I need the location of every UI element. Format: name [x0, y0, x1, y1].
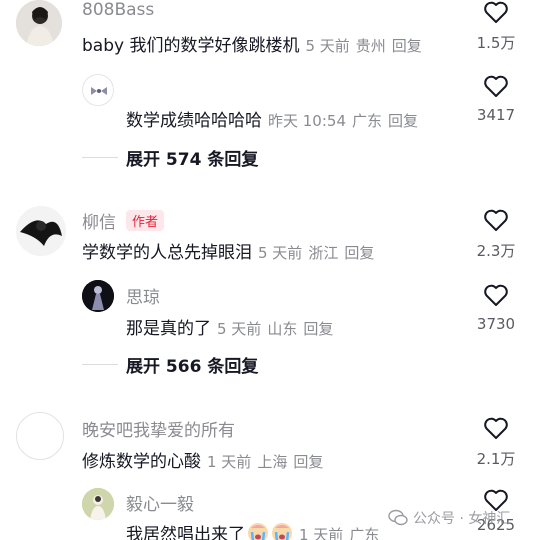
comment-time: 5 天前: [305, 37, 350, 55]
comment-time: 5 天前: [258, 244, 303, 262]
comment-location: 贵州: [355, 37, 386, 55]
username[interactable]: 晚安吧我挚爱的所有: [82, 416, 235, 441]
comment-text: 学数学的人总先掉眼泪 5 天前 浙江 回复: [82, 238, 374, 263]
expand-replies-button[interactable]: 展开 574 条回复: [82, 145, 258, 170]
avatar[interactable]: [16, 412, 64, 460]
avatar[interactable]: [16, 206, 66, 256]
reply-button[interactable]: 回复: [303, 320, 333, 338]
like-button[interactable]: 3730: [476, 283, 516, 333]
comment-body: 学数学的人总先掉眼泪: [82, 243, 252, 263]
username[interactable]: 思琼: [126, 283, 160, 308]
like-count: 2.1万: [476, 450, 516, 468]
comment-location: 山东: [267, 320, 298, 338]
like-button[interactable]: 2.3万: [476, 208, 516, 261]
wechat-icon: [388, 509, 408, 526]
comment-location: 广东: [349, 526, 380, 540]
like-count: 2.3万: [476, 242, 516, 260]
comment-body: baby 我们的数学好像跳楼机: [82, 36, 300, 56]
like-count: 1.5万: [476, 34, 516, 52]
reply-text: 数学成绩哈哈哈哈 昨天 10:54 广东 回复: [126, 106, 418, 131]
crying-emoji-icon: [272, 523, 292, 540]
expand-replies-button[interactable]: 展开 566 条回复: [82, 352, 258, 377]
comment-body: 数学成绩哈哈哈哈: [126, 111, 262, 131]
avatar[interactable]: [82, 280, 114, 312]
like-button[interactable]: 1.5万: [476, 0, 516, 53]
heart-outline-icon[interactable]: [483, 283, 509, 307]
comment-time: 1 天前: [299, 526, 344, 540]
reply-button[interactable]: 回复: [293, 453, 323, 471]
reply-text: 我居然唱出来了 1 天前 广东: [126, 520, 379, 540]
comment-location: 上海: [257, 453, 288, 471]
heart-outline-icon[interactable]: [483, 74, 509, 98]
expand-replies-label: 展开 574 条回复: [126, 150, 259, 170]
divider: [82, 364, 118, 365]
comment-text: 修炼数学的心酸 1 天前 上海 回复: [82, 447, 323, 472]
comment-body: 修炼数学的心酸: [82, 452, 201, 472]
heart-outline-icon[interactable]: [483, 416, 509, 440]
username[interactable]: 毅心一毅: [126, 490, 194, 515]
like-button[interactable]: 3417: [476, 74, 516, 124]
comment-text: baby 我们的数学好像跳楼机 5 天前 贵州 回复: [82, 31, 422, 56]
reply-button[interactable]: 回复: [392, 37, 422, 55]
username[interactable]: 808Bass: [82, 0, 154, 20]
avatar[interactable]: [82, 488, 114, 520]
heart-outline-icon[interactable]: [483, 0, 509, 24]
like-count: 3730: [476, 315, 516, 333]
avatar[interactable]: [16, 0, 62, 46]
like-button[interactable]: 2.1万: [476, 416, 516, 469]
reply-button[interactable]: 回复: [344, 244, 374, 262]
username-text: 柳信: [82, 213, 116, 233]
divider: [82, 157, 118, 158]
comment-body: 那是真的了: [126, 319, 211, 339]
comment-time: 1 天前: [207, 453, 252, 471]
author-badge: 作者: [126, 210, 165, 231]
avatar[interactable]: [82, 74, 114, 106]
reply-button[interactable]: 回复: [388, 112, 418, 130]
heart-outline-icon[interactable]: [483, 208, 509, 232]
watermark: 公众号 · 女神汇: [388, 508, 510, 528]
comment-location: 浙江: [308, 244, 339, 262]
reply-text: 那是真的了 5 天前 山东 回复: [126, 314, 333, 339]
expand-replies-label: 展开 566 条回复: [126, 357, 259, 377]
comment-time: 昨天 10:54: [268, 112, 346, 130]
comment-time: 5 天前: [217, 320, 262, 338]
watermark-text: 公众号 · 女神汇: [413, 511, 511, 527]
comment-body: 我居然唱出来了: [126, 525, 245, 540]
username[interactable]: 柳信 作者: [82, 208, 165, 233]
crying-emoji-icon: [248, 523, 268, 540]
comment-location: 广东: [352, 112, 383, 130]
like-count: 3417: [476, 106, 516, 124]
